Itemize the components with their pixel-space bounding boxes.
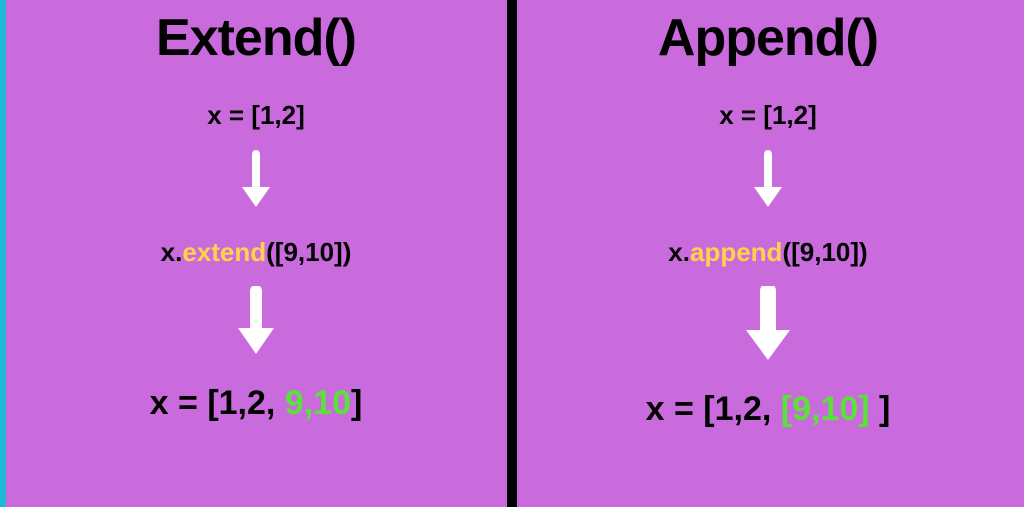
arrow-down-icon (748, 149, 788, 209)
append-result-code: x = [1,2, [9,10] ] (646, 390, 891, 429)
append-panel: Append() x = [1,2] x.append([9,10]) x = … (512, 0, 1024, 507)
extend-operation-code: x.extend([9,10]) (161, 237, 352, 268)
extend-result-prefix: x = [1,2, (150, 384, 285, 422)
append-title: Append() (658, 8, 878, 68)
append-op-method: append (690, 237, 782, 267)
extend-initial-code: x = [1,2] (207, 100, 305, 131)
extend-op-args: ([9,10]) (266, 237, 351, 267)
append-operation-code: x.append([9,10]) (668, 237, 867, 268)
arrow-down-icon (742, 286, 794, 362)
extend-result-code: x = [1,2, 9,10] (150, 384, 363, 423)
append-op-prefix: x. (668, 237, 690, 267)
append-result-prefix: x = [1,2, (646, 390, 781, 428)
extend-result-added: 9,10 (285, 384, 351, 422)
extend-title: Extend() (156, 8, 356, 68)
extend-result-suffix: ] (351, 384, 362, 422)
append-result-suffix: ] (870, 390, 891, 428)
extend-panel: Extend() x = [1,2] x.extend([9,10]) x = … (0, 0, 512, 507)
arrow-down-icon (233, 286, 279, 356)
extend-op-method: extend (182, 237, 266, 267)
extend-op-prefix: x. (161, 237, 183, 267)
arrow-down-icon (236, 149, 276, 209)
append-op-args: ([9,10]) (782, 237, 867, 267)
append-initial-code: x = [1,2] (719, 100, 817, 131)
append-result-added: [9,10] (781, 390, 870, 428)
